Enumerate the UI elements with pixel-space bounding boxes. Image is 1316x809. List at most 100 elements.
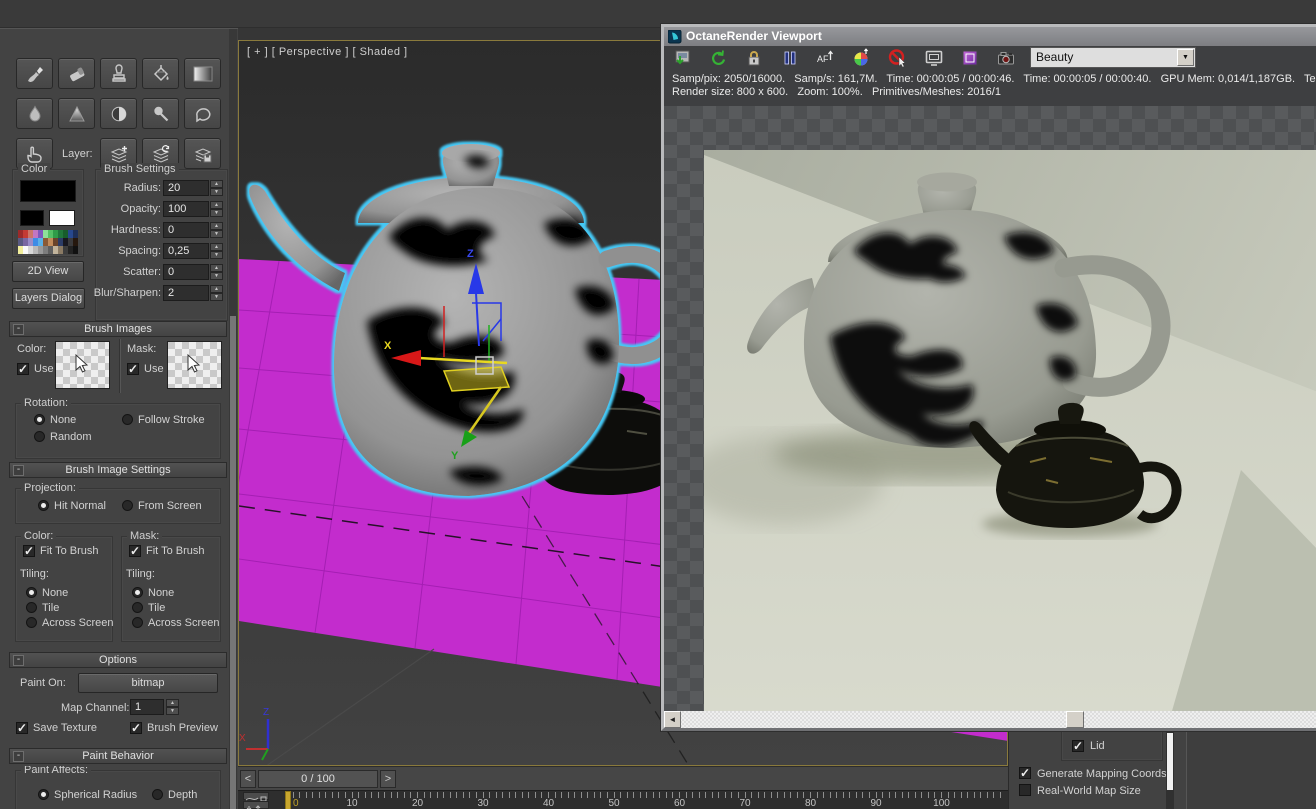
previous-frame-button[interactable]: < (240, 770, 256, 788)
lock-icon[interactable] (744, 48, 764, 68)
paint-on-button[interactable]: bitmap (78, 673, 218, 693)
bi-mask-use-checkbox[interactable] (127, 362, 139, 376)
material-pick-icon[interactable] (888, 48, 908, 68)
time-slider[interactable]: 0 / 100 (258, 770, 378, 788)
rotation-none-radio[interactable] (34, 414, 45, 425)
scatter-spinner[interactable]: ▲ ▼ (210, 264, 223, 280)
panel-scrollbar-thumb[interactable] (230, 316, 236, 809)
palette-swatch[interactable] (73, 238, 78, 246)
octane-titlebar[interactable]: OctaneRender Viewport (664, 27, 1316, 46)
fill-bucket-tool-button[interactable] (142, 58, 179, 89)
spherical-radius-radio[interactable] (38, 789, 49, 800)
paint-brush-tool-button[interactable] (16, 58, 53, 89)
color-tiling-tile-radio[interactable] (26, 602, 37, 613)
color-tiling-across-screen-radio[interactable] (26, 617, 37, 628)
generate-mapping-coords-checkbox[interactable] (1019, 766, 1031, 780)
current-color-swatch[interactable] (20, 180, 76, 202)
clone-stamp-tool-button[interactable] (100, 58, 137, 89)
palette-swatch[interactable] (73, 230, 78, 238)
trackbar-number: 40 (542, 798, 555, 809)
viewport-label[interactable]: [ + ] [ Perspective ] [ Shaded ] (247, 46, 408, 58)
brush-image-settings-rollout[interactable]: - Brush Image Settings (9, 462, 227, 478)
options-rollout[interactable]: - Options (9, 652, 227, 668)
trackbar-ruler[interactable]: 10 20 30 40 50 60 70 80 90 100 (238, 791, 1008, 809)
secondary-color-swatch[interactable] (49, 210, 75, 226)
collapse-icon[interactable]: - (13, 751, 24, 762)
dodge-burn-tool-button[interactable] (100, 98, 137, 129)
mask-tiling-tile-radio[interactable] (132, 602, 143, 613)
paint-behavior-rollout[interactable]: - Paint Behavior (9, 748, 227, 764)
pause-icon[interactable] (780, 48, 800, 68)
smudge-tool-button[interactable] (184, 98, 221, 129)
brush-preview-checkbox[interactable] (130, 721, 142, 735)
next-frame-button[interactable]: > (380, 770, 396, 788)
save-texture-checkbox[interactable] (16, 721, 28, 735)
gradient-tool-button[interactable] (184, 58, 221, 89)
restart-render-icon[interactable] (708, 48, 728, 68)
color-tiling-none-radio[interactable] (26, 587, 37, 598)
bi-color-use-checkbox[interactable] (17, 362, 29, 376)
sharpen-tool-button[interactable] (58, 98, 95, 129)
color-fit-to-brush-checkbox[interactable] (23, 544, 35, 558)
render-region-icon[interactable] (960, 48, 980, 68)
layers-dialog-button[interactable]: Layers Dialog (12, 288, 85, 309)
map-channel-field[interactable]: 1 (130, 699, 164, 715)
current-frame-marker[interactable] (285, 791, 291, 809)
trackbar-tick (914, 792, 916, 798)
brush-mask-image-thumb[interactable] (167, 341, 222, 389)
opacity-field[interactable]: 100 (163, 201, 209, 217)
camera-icon[interactable] (996, 48, 1016, 68)
blur-sharpen-field[interactable]: 2 (163, 285, 209, 301)
lid-checkbox[interactable] (1072, 739, 1084, 753)
spacing-field[interactable]: 0,25 (163, 243, 209, 259)
rotation-follow-stroke-radio[interactable] (122, 414, 133, 425)
panel-scrollbar[interactable] (229, 29, 237, 809)
spacing-spinner[interactable]: ▲ ▼ (210, 243, 223, 259)
collapse-icon[interactable]: - (13, 324, 24, 335)
primary-color-swatch[interactable] (20, 210, 44, 226)
palette-swatch[interactable] (73, 246, 78, 254)
blur-tool-button[interactable] (16, 98, 53, 129)
mask-fit-to-brush-checkbox[interactable] (129, 544, 141, 558)
scatter-field[interactable]: 0 (163, 264, 209, 280)
fit-view-icon[interactable] (924, 48, 944, 68)
real-world-map-size-checkbox[interactable] (1019, 784, 1031, 796)
blur-sharpen-spinner[interactable]: ▲ ▼ (210, 285, 223, 301)
depth-radio[interactable] (152, 789, 163, 800)
projection-hit-normal-radio[interactable] (38, 500, 49, 511)
command-panel-scrollbar[interactable] (1166, 731, 1174, 809)
brush-color-image-thumb[interactable] (55, 341, 110, 389)
scroll-left-button[interactable]: ◄ (664, 711, 681, 728)
command-panel-scrollbar-thumb[interactable] (1167, 733, 1173, 790)
track-bar[interactable]: 10 20 30 40 50 60 70 80 90 100 0 (238, 790, 1008, 809)
collapse-icon[interactable]: - (13, 655, 24, 666)
autofocus-pick-icon[interactable]: AF (816, 48, 836, 68)
brush-images-rollout[interactable]: - Brush Images (9, 321, 227, 337)
projection-from-screen-radio[interactable] (122, 500, 133, 511)
trackbar-tick (318, 792, 320, 798)
hardness-spinner[interactable]: ▲ ▼ (210, 222, 223, 238)
mask-tiling-none-radio[interactable] (132, 587, 143, 598)
render-pass-value: Beauty (1036, 50, 1074, 64)
eyedropper-tool-button[interactable] (142, 98, 179, 129)
hardness-field[interactable]: 0 (163, 222, 209, 238)
radius-field[interactable]: 20 (163, 180, 209, 196)
octane-hscrollbar[interactable]: ◄ (664, 711, 1316, 728)
layer-save-tool-button[interactable] (184, 138, 221, 169)
mask-tiling-across-screen-radio[interactable] (132, 617, 143, 628)
gizmo-y-label: Y (451, 450, 459, 462)
render-pass-select[interactable]: Beauty ▼ (1030, 47, 1196, 68)
collapse-icon[interactable]: - (13, 465, 24, 476)
chevron-down-icon[interactable]: ▼ (1177, 49, 1194, 66)
map-channel-spinner[interactable]: ▲ ▼ (166, 699, 179, 715)
2d-view-button[interactable]: 2D View (12, 261, 84, 282)
octane-canvas[interactable] (664, 106, 1316, 711)
octane-hscrollbar-thumb[interactable] (1066, 711, 1084, 728)
radius-spinner[interactable]: ▲ ▼ (210, 180, 223, 196)
trackbar-tick (764, 792, 766, 798)
color-pick-icon[interactable] (852, 48, 872, 68)
save-render-icon[interactable] (672, 48, 692, 68)
opacity-spinner[interactable]: ▲ ▼ (210, 201, 223, 217)
rotation-random-radio[interactable] (34, 431, 45, 442)
eraser-tool-button[interactable] (58, 58, 95, 89)
